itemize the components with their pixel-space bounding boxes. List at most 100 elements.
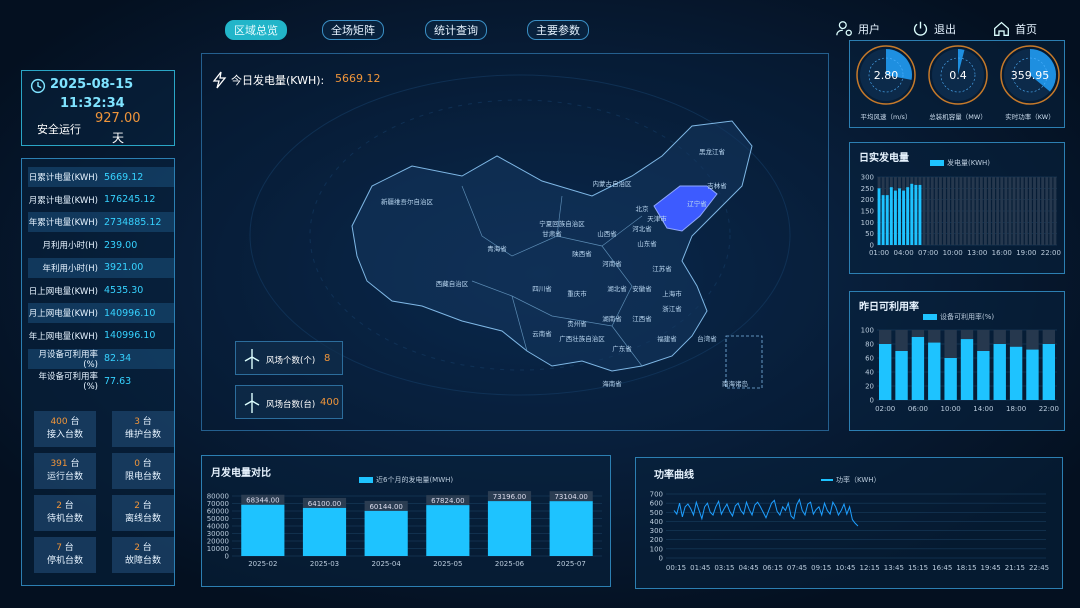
y-tick-label: 20000	[207, 538, 229, 546]
province-label: 四川省	[532, 284, 552, 293]
x-tick-label: 2025-07	[557, 560, 586, 568]
device-unit: 台	[142, 501, 152, 511]
device-count-card[interactable]: 391 台运行台数	[34, 453, 96, 489]
y-tick-label: 20	[865, 383, 874, 391]
y-tick-label: 700	[650, 491, 663, 499]
device-count-card[interactable]: 2 台故障台数	[112, 537, 174, 573]
bar-background	[930, 177, 934, 245]
device-count-card[interactable]: 0 台限电台数	[112, 453, 174, 489]
stat-value: 5669.12	[104, 171, 144, 183]
device-count-card[interactable]: 3 台维护台数	[112, 411, 174, 447]
bar-background	[971, 177, 975, 245]
stat-row: 月利用小时(H) 239.00	[28, 235, 174, 255]
gauge-label: 实时功率（KW）	[1005, 112, 1054, 121]
province-label: 云南省	[532, 329, 552, 338]
x-tick-label: 16:45	[932, 564, 952, 572]
turbine-count-card: 风场台数(台) 400	[235, 385, 343, 419]
power-panel: 功率曲线 功率（KWH） 0 100 200 300 400 500 600 700 00:15…	[635, 457, 1063, 589]
stat-label: 日累计电量(KWH)	[28, 173, 98, 183]
status-time: 11:32:34	[60, 96, 125, 111]
tab-field-matrix[interactable]: 全场矩阵	[322, 20, 384, 40]
tab-region-overview[interactable]: 区域总览	[225, 20, 287, 40]
x-tick-label: 21:15	[1005, 564, 1025, 572]
device-count-card[interactable]: 2 台待机台数	[34, 495, 96, 531]
x-tick-label: 06:15	[763, 564, 783, 572]
gauge-label: 平均风速（m/s）	[861, 112, 912, 121]
today-energy-value: 5669.12	[335, 72, 381, 85]
bar-background	[963, 177, 967, 245]
farm-count-card: 风场个数(个) 8	[235, 341, 343, 375]
stat-label: 年上网电量(KWH)	[28, 331, 98, 342]
farm-count-label: 风场个数(个)	[266, 356, 316, 366]
power-legend: 功率（KWH）	[821, 475, 881, 485]
x-tick-label: 07:00	[918, 249, 938, 257]
y-tick-label: 100	[861, 327, 874, 335]
x-tick-label: 10:00	[943, 249, 963, 257]
stat-label: 日上网电量(KWH)	[28, 286, 98, 297]
user-button[interactable]: 用户	[836, 20, 880, 37]
logout-button[interactable]: 退出	[912, 20, 956, 37]
bar-background	[1020, 177, 1024, 245]
bar-background	[926, 177, 930, 245]
availability-title: 昨日可利用率	[859, 302, 919, 313]
bar	[885, 195, 889, 245]
china-map[interactable]: 黑龙江省吉林省辽宁省 内蒙古自治区新疆维吾尔自治区甘肃省宁夏回族自治区 北京天津市河…	[312, 86, 792, 416]
turbine-count-label: 风场台数(台)	[266, 400, 316, 410]
bar	[944, 358, 957, 400]
bar	[241, 504, 285, 556]
y-tick-label: 200	[861, 196, 874, 204]
province-label: 浙江省	[662, 304, 682, 313]
x-tick-label: 10:45	[835, 564, 855, 572]
x-tick-label: 18:00	[1006, 405, 1026, 413]
device-count: 7	[56, 543, 62, 553]
y-tick-label: 500	[650, 509, 663, 517]
map-panel: 今日发电量(KWH): 5669.12 黑龙江省 吉林省 辽宁省 内蒙古自治区 新疆维吾…	[201, 53, 829, 431]
y-tick-label: 250	[861, 185, 874, 193]
x-tick-label: 04:00	[893, 249, 913, 257]
stat-value: 3921.00	[104, 262, 144, 274]
device-unit: 台	[142, 543, 152, 553]
stat-row: 年累计电量(KWH) 2734885.12	[28, 212, 174, 233]
tab-stat-query[interactable]: 统计查询	[425, 20, 487, 40]
daily-legend-text: 发电量(KWH)	[947, 159, 990, 167]
device-count-card[interactable]: 7 台停机台数	[34, 537, 96, 573]
stat-label: 月上网电量(KWH)	[28, 309, 98, 320]
data-label: 64100.00	[308, 500, 341, 508]
stat-row: 月累计电量(KWH) 176245.12	[28, 190, 174, 210]
province-label: 辽宁省	[687, 199, 707, 208]
bar-background	[992, 177, 996, 245]
data-label: 60144.00	[369, 503, 402, 511]
monthly-chart: 0100002000030000400005000060000700008000…	[207, 491, 602, 568]
availability-panel: 昨日可利用率 设备可利用率(%) 0 20 40 60 80 100 02:00 06:00 1…	[849, 291, 1065, 431]
daily-energy-title: 日实发电量	[859, 153, 909, 164]
monthly-legend-text: 近6个月的发电量(MWH)	[376, 476, 454, 484]
stat-row: 日上网电量(KWH) 4535.30	[28, 281, 174, 301]
gauge-value: 0.4	[949, 69, 967, 82]
bar-background	[1012, 177, 1016, 245]
province-label: 上海市	[662, 289, 682, 298]
y-tick-label: 30000	[207, 530, 229, 538]
device-label: 待机台数	[46, 514, 83, 524]
x-tick-label: 09:15	[811, 564, 831, 572]
bar	[918, 184, 922, 245]
province-label: 湖南省	[602, 314, 622, 323]
safe-run-label: 安全运行	[37, 123, 81, 136]
device-label: 故障台数	[124, 556, 161, 566]
monthly-legend: 近6个月的发电量(MWH)	[359, 475, 453, 485]
province-label: 青海省	[487, 244, 507, 253]
x-tick-label: 06:00	[908, 405, 928, 413]
clock-icon	[30, 78, 46, 94]
y-tick-label: 0	[659, 555, 663, 563]
x-tick-label: 10:00	[941, 405, 961, 413]
bar-background	[1000, 177, 1004, 245]
stat-label: 年设备可利用率(%)	[38, 372, 98, 393]
bar	[898, 188, 901, 245]
device-count-card[interactable]: 400 台接入台数	[34, 411, 96, 447]
safe-days: 927.00	[95, 111, 141, 126]
bar-background	[967, 177, 971, 245]
bar	[549, 501, 593, 556]
home-button[interactable]: 首页	[993, 20, 1037, 37]
tab-main-params[interactable]: 主要参数	[527, 20, 589, 40]
device-count-card[interactable]: 2 台离线台数	[112, 495, 174, 531]
stat-value: 82.34	[104, 353, 132, 365]
